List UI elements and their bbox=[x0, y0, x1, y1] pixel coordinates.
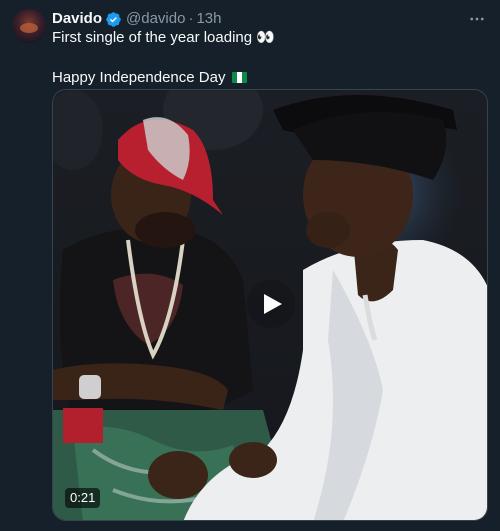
line-break bbox=[52, 48, 482, 68]
tweet-header: Davido @davido · 13h bbox=[52, 9, 221, 29]
play-button[interactable] bbox=[247, 280, 295, 328]
more-horizontal-icon[interactable] bbox=[466, 9, 488, 29]
tweet-text-line-2: Happy Independence Day bbox=[52, 68, 482, 88]
separator-dot: · bbox=[188, 10, 194, 27]
user-handle[interactable]: @davido bbox=[126, 9, 185, 29]
tweet-text-line-1: First single of the year loading 👀 bbox=[52, 29, 275, 46]
timestamp[interactable]: 13h bbox=[196, 9, 221, 29]
verified-badge-icon[interactable] bbox=[105, 11, 122, 28]
avatar-image bbox=[20, 23, 38, 33]
display-name[interactable]: Davido bbox=[52, 9, 102, 29]
play-icon bbox=[264, 294, 282, 314]
video-duration: 0:21 bbox=[65, 488, 101, 508]
tweet[interactable]: Davido @davido · 13h First single of the… bbox=[0, 0, 500, 531]
avatar[interactable] bbox=[12, 9, 46, 43]
tweet-text: First single of the year loading 👀 Happy… bbox=[52, 28, 482, 88]
tweet-text-line-2-label: Happy Independence Day bbox=[52, 69, 226, 86]
nigeria-flag-icon bbox=[231, 72, 247, 83]
video-player[interactable]: 0:21 bbox=[52, 89, 488, 521]
